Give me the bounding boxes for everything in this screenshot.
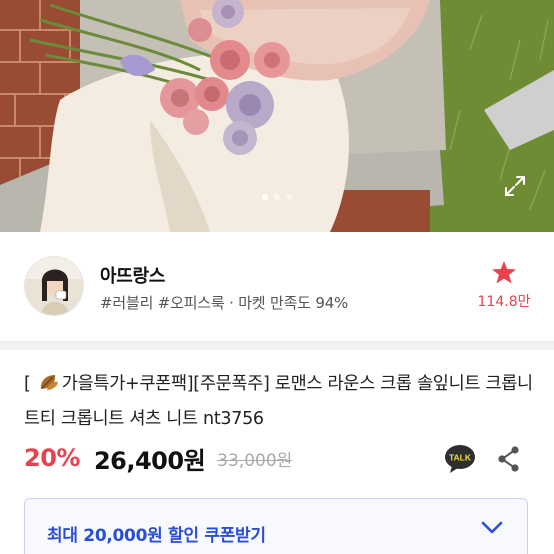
expand-icon <box>505 176 525 196</box>
product-image[interactable] <box>0 0 554 232</box>
section-divider <box>0 341 554 350</box>
carousel-dot[interactable] <box>286 194 292 200</box>
carousel-indicator <box>0 194 554 200</box>
share-button[interactable] <box>496 444 522 474</box>
autumn-leaf-icon <box>38 371 60 403</box>
share-icon <box>498 446 519 472</box>
coupon-label: 최대 20,000원 할인 쿠폰받기 <box>47 526 266 546</box>
seller-avatar[interactable] <box>24 256 84 316</box>
discount-rate: 20% <box>24 444 80 472</box>
product-title-text: 가을특가+쿠폰팩][주문폭주] 로맨스 라운스 크롭 솔잎니트 크롭니트티 크롭… <box>24 374 533 429</box>
seller-section[interactable]: 아뜨랑스 #러블리 #오피스룩 · 마켓 만족도 94% 114.8만 <box>0 242 554 330</box>
talk-icon: TALK <box>445 445 475 473</box>
favorite-store-button[interactable]: 114.8만 <box>474 260 534 311</box>
carousel-dot-active[interactable] <box>262 194 268 200</box>
star-icon <box>492 261 516 284</box>
seller-name[interactable]: 아뜨랑스 <box>100 262 165 288</box>
carousel-dot[interactable] <box>274 194 280 200</box>
seller-avatar-image <box>25 257 83 315</box>
seller-tags: #러블리 #오피스룩 · 마켓 만족도 94% <box>100 294 349 312</box>
expand-image-button[interactable] <box>501 172 529 200</box>
talk-label: TALK <box>449 453 472 463</box>
favorite-count: 114.8만 <box>477 294 531 310</box>
coupon-download-button[interactable]: 최대 20,000원 할인 쿠폰받기 <box>24 498 528 554</box>
chevron-down-icon <box>481 521 503 534</box>
original-price: 33,000원 <box>217 450 293 471</box>
product-title-prefix: [ <box>24 374 36 394</box>
kakao-talk-button[interactable]: TALK <box>444 444 476 474</box>
product-title: [ 가을특가+쿠폰팩][주문폭주] 로맨스 라운스 크롭 솔잎니트 크롭니트티 … <box>24 368 534 435</box>
sale-price: 26,400원 <box>93 446 206 475</box>
